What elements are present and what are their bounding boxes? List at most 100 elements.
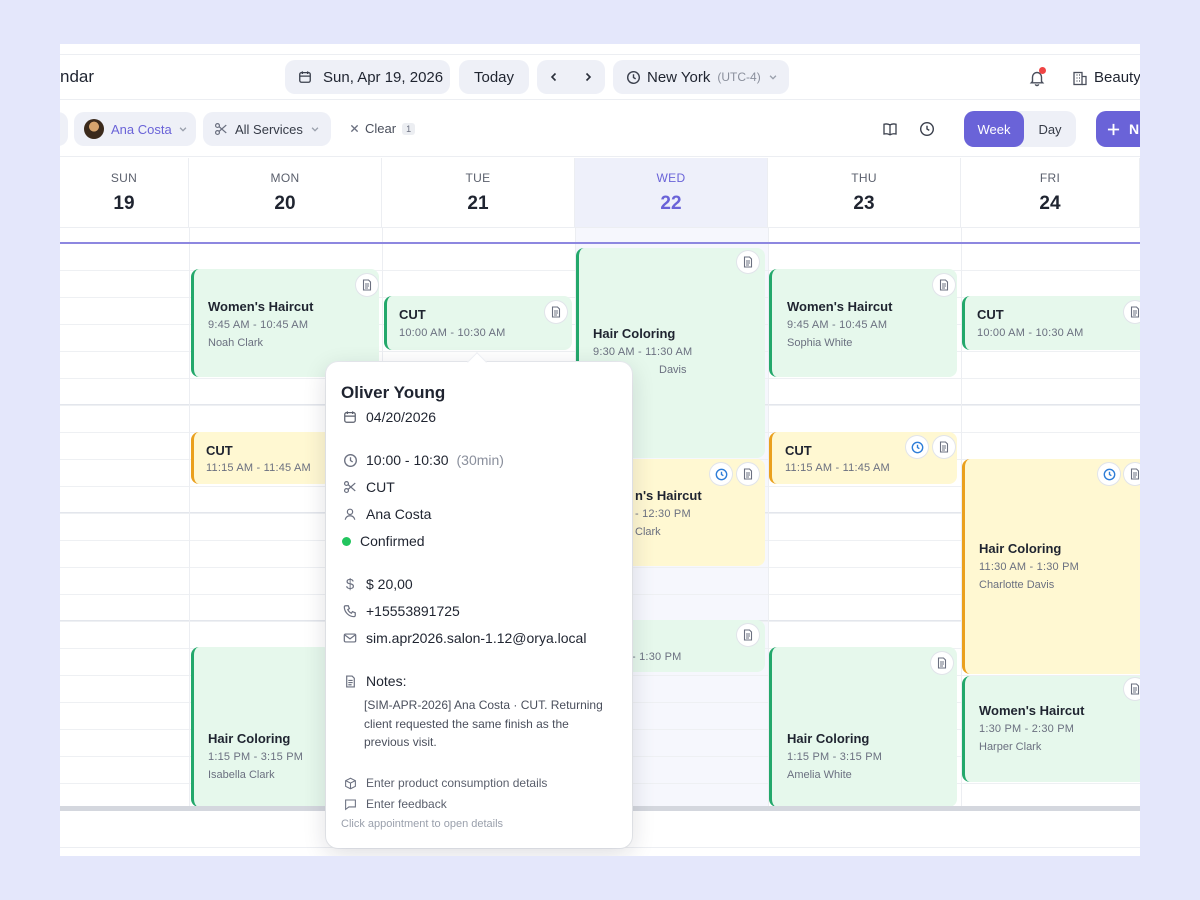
popover-service-row: CUT bbox=[342, 479, 395, 495]
services-filter-label: All Services bbox=[235, 121, 303, 137]
calendar-app: ndar Sun, Apr 19, 2026 Today New York (U… bbox=[60, 44, 1140, 856]
filter-bar: Ana Costa All Services Clear 1 Week Day … bbox=[60, 101, 1140, 157]
product-consumption-link[interactable]: Enter product consumption details bbox=[342, 775, 547, 791]
week-view-button[interactable]: Week bbox=[964, 111, 1024, 147]
day-header-tue[interactable]: TUE 21 bbox=[382, 158, 575, 228]
day-header-sun[interactable]: SUN 19 bbox=[60, 158, 189, 228]
popover-phone-row: +15553891725 bbox=[342, 603, 460, 619]
popover-date-row: 04/20/2026 bbox=[342, 409, 436, 425]
chevron-down-icon bbox=[175, 121, 191, 137]
new-appointment-button[interactable]: N bbox=[1096, 111, 1140, 147]
notes-icon[interactable] bbox=[1124, 678, 1140, 700]
chevron-down-icon bbox=[765, 69, 781, 85]
clear-count-badge: 1 bbox=[402, 122, 416, 135]
salon-name[interactable]: Beauty bbox=[1094, 69, 1140, 86]
calendar-icon bbox=[297, 69, 313, 85]
event-mon-cut[interactable]: CUT 11:15 AM - 11:45 AM bbox=[191, 432, 331, 484]
top-bar: ndar Sun, Apr 19, 2026 Today New York (U… bbox=[60, 54, 1140, 100]
popover-time-row: 10:00 - 10:30 (30min) bbox=[342, 452, 504, 468]
popover-status-row: Confirmed bbox=[342, 533, 425, 549]
event-fri-womens-haircut[interactable]: Women's Haircut 1:30 PM - 2:30 PM Harper… bbox=[962, 676, 1140, 782]
notes-icon[interactable] bbox=[545, 301, 567, 323]
pending-clock-icon[interactable] bbox=[906, 436, 928, 458]
event-thu-hair-coloring[interactable]: Hair Coloring 1:15 PM - 3:15 PM Amelia W… bbox=[769, 647, 957, 807]
status-badge: Confirmed bbox=[360, 533, 425, 549]
user-icon bbox=[342, 506, 358, 522]
event-thu-womens-haircut[interactable]: Women's Haircut 9:45 AM - 10:45 AM Sophi… bbox=[769, 269, 957, 377]
event-tue-cut[interactable]: CUT 10:00 AM - 10:30 AM bbox=[384, 296, 572, 350]
avatar bbox=[84, 119, 104, 139]
day-header-thu[interactable]: THU 23 bbox=[768, 158, 961, 228]
mail-icon bbox=[342, 630, 358, 646]
current-time-line bbox=[60, 242, 1140, 244]
day-view-button[interactable]: Day bbox=[1024, 122, 1076, 137]
scissors-icon bbox=[342, 479, 358, 495]
plus-icon bbox=[1107, 123, 1120, 136]
popover-arrow bbox=[467, 352, 487, 372]
clock-icon bbox=[625, 69, 641, 85]
notes-icon[interactable] bbox=[737, 251, 759, 273]
phone-link[interactable]: +15553891725 bbox=[366, 603, 460, 619]
day-header-wed[interactable]: WED 22 bbox=[575, 158, 768, 228]
chevron-down-icon bbox=[307, 121, 323, 137]
notes-icon[interactable] bbox=[737, 624, 759, 646]
scissors-icon bbox=[213, 121, 229, 137]
clock-icon bbox=[342, 452, 358, 468]
bell-icon[interactable] bbox=[1028, 67, 1046, 87]
event-mon-hair-coloring[interactable]: Hair Coloring 1:15 PM - 3:15 PM Isabella… bbox=[191, 647, 331, 807]
event-fri-cut[interactable]: CUT 10:00 AM - 10:30 AM bbox=[962, 296, 1140, 350]
popover-client-name: Oliver Young bbox=[341, 383, 446, 402]
chevron-left-icon[interactable] bbox=[546, 69, 562, 85]
feedback-link[interactable]: Enter feedback bbox=[342, 796, 447, 812]
app-title: ndar bbox=[60, 67, 95, 86]
today-button[interactable]: Today bbox=[459, 60, 529, 94]
popover-price-row: $ $ 20,00 bbox=[342, 576, 413, 593]
day-header-fri[interactable]: FRI 24 bbox=[961, 158, 1140, 228]
status-dot-icon bbox=[342, 536, 351, 546]
pending-clock-icon[interactable] bbox=[1098, 463, 1120, 485]
notes-icon[interactable] bbox=[933, 436, 955, 458]
date-label: Sun, Apr 19, 2026 bbox=[323, 68, 444, 86]
filter-pill-partial[interactable] bbox=[60, 112, 68, 146]
timezone-name: New York bbox=[647, 68, 711, 86]
email-link[interactable]: sim.apr2026.salon-1.12@orya.local bbox=[366, 630, 586, 646]
event-fri-hair-coloring[interactable]: Hair Coloring 11:30 AM - 1:30 PM Charlot… bbox=[962, 459, 1140, 674]
notes-icon[interactable] bbox=[931, 652, 953, 674]
popover-staff-row: Ana Costa bbox=[342, 506, 431, 522]
book-icon[interactable] bbox=[882, 121, 898, 137]
box-icon bbox=[342, 775, 358, 791]
building-icon bbox=[1072, 70, 1088, 86]
week-navigation bbox=[537, 60, 605, 94]
popover-notes-text: [SIM-APR-2026] Ana Costa · CUT. Returnin… bbox=[364, 698, 603, 749]
date-picker[interactable]: Sun, Apr 19, 2026 bbox=[285, 60, 450, 94]
notes-icon[interactable] bbox=[1124, 463, 1140, 485]
phone-icon bbox=[342, 603, 358, 619]
notes-icon[interactable] bbox=[737, 463, 759, 485]
notes-icon[interactable] bbox=[1124, 301, 1140, 323]
staff-filter-label: Ana Costa bbox=[111, 121, 172, 137]
history-clock-icon[interactable] bbox=[919, 121, 935, 137]
event-thu-cut[interactable]: CUT 11:15 AM - 11:45 AM bbox=[769, 432, 957, 484]
services-filter[interactable]: All Services bbox=[203, 112, 331, 146]
popover-hint: Click appointment to open details bbox=[341, 818, 504, 830]
pending-clock-icon[interactable] bbox=[710, 463, 732, 485]
timezone-select[interactable]: New York (UTC-4) bbox=[613, 60, 789, 94]
day-header-mon[interactable]: MON 20 bbox=[189, 158, 382, 228]
clear-filters-button[interactable]: Clear 1 bbox=[350, 121, 416, 136]
message-icon bbox=[342, 796, 358, 812]
new-appointment-label: N bbox=[1129, 121, 1140, 137]
clear-label: Clear bbox=[365, 121, 397, 136]
notes-icon bbox=[342, 673, 358, 689]
popover-email-row: sim.apr2026.salon-1.12@orya.local bbox=[342, 630, 586, 646]
view-switch: Week Day bbox=[964, 111, 1076, 147]
notes-icon[interactable] bbox=[356, 274, 378, 296]
notes-icon[interactable] bbox=[933, 274, 955, 296]
popover-notes-row: Notes: bbox=[342, 673, 406, 689]
event-mon-womens-haircut[interactable]: Women's Haircut 9:45 AM - 10:45 AM Noah … bbox=[191, 269, 379, 377]
calendar-icon bbox=[342, 409, 358, 425]
close-icon bbox=[350, 124, 359, 133]
chevron-right-icon[interactable] bbox=[580, 69, 596, 85]
appointment-popover: Oliver Young 04/20/2026 10:00 - 10:30 (3… bbox=[326, 352, 632, 848]
timezone-offset: (UTC-4) bbox=[717, 70, 761, 84]
staff-filter[interactable]: Ana Costa bbox=[74, 112, 196, 146]
